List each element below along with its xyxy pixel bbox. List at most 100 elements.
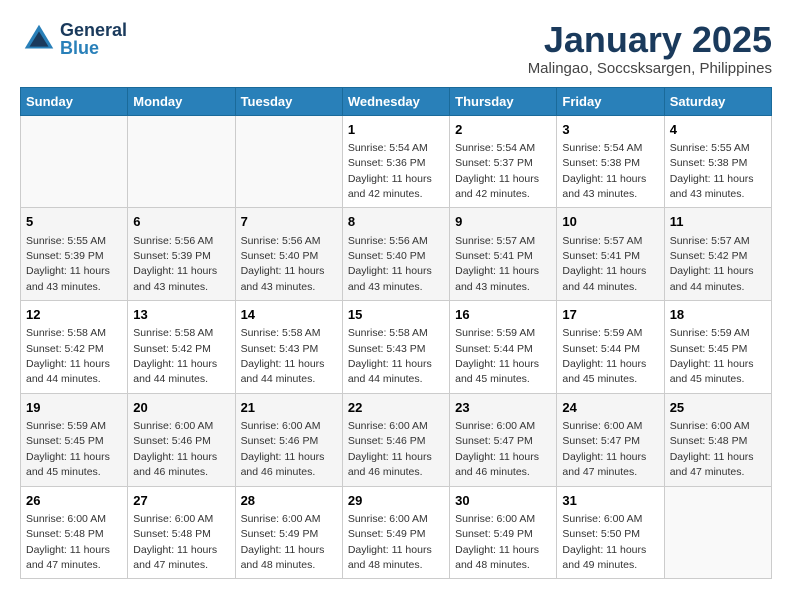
calendar-cell bbox=[21, 115, 128, 208]
logo-text: General Blue bbox=[60, 21, 127, 57]
logo: General Blue bbox=[20, 20, 127, 58]
day-info: Sunrise: 5:59 AM Sunset: 5:45 PM Dayligh… bbox=[670, 327, 754, 385]
calendar-cell: 9 Sunrise: 5:57 AM Sunset: 5:41 PM Daylig… bbox=[450, 208, 557, 301]
day-info: Sunrise: 6:00 AM Sunset: 5:46 PM Dayligh… bbox=[348, 420, 432, 478]
logo-blue: Blue bbox=[60, 39, 127, 57]
calendar-cell: 24 Sunrise: 6:00 AM Sunset: 5:47 PM Dayli… bbox=[557, 393, 664, 486]
calendar-cell: 2Sunrise: 5:54 AM Sunset: 5:37 PM Daylig… bbox=[450, 115, 557, 208]
calendar-cell: 13 Sunrise: 5:58 AM Sunset: 5:42 PM Dayli… bbox=[128, 301, 235, 394]
calendar-cell: 31Sunrise: 6:00 AM Sunset: 5:50 PM Dayli… bbox=[557, 486, 664, 579]
day-number: 4 bbox=[670, 121, 766, 139]
calendar-cell: 5Sunrise: 5:55 AM Sunset: 5:39 PM Daylig… bbox=[21, 208, 128, 301]
day-info: Sunrise: 6:00 AM Sunset: 5:48 PM Dayligh… bbox=[133, 513, 217, 571]
day-info: Sunrise: 5:54 AM Sunset: 5:38 PM Dayligh… bbox=[562, 142, 646, 200]
calendar-cell: 17Sunrise: 5:59 AM Sunset: 5:44 PM Dayli… bbox=[557, 301, 664, 394]
calendar-cell: 21 Sunrise: 6:00 AM Sunset: 5:46 PM Dayli… bbox=[235, 393, 342, 486]
day-number: 22 bbox=[348, 399, 444, 417]
day-number: 19 bbox=[26, 399, 122, 417]
header-day: Sunday bbox=[21, 87, 128, 115]
calendar-cell bbox=[235, 115, 342, 208]
calendar-cell: 23Sunrise: 6:00 AM Sunset: 5:47 PM Dayli… bbox=[450, 393, 557, 486]
calendar-week-row: 26 Sunrise: 6:00 AM Sunset: 5:48 PM Dayli… bbox=[21, 486, 772, 579]
day-number: 15 bbox=[348, 306, 444, 324]
header-row: SundayMondayTuesdayWednesdayThursdayFrid… bbox=[21, 87, 772, 115]
page-header: General Blue January 2025 Malingao, Socc… bbox=[20, 20, 772, 77]
calendar-week-row: 19 Sunrise: 5:59 AM Sunset: 5:45 PM Dayli… bbox=[21, 393, 772, 486]
calendar-cell: 22 Sunrise: 6:00 AM Sunset: 5:46 PM Dayli… bbox=[342, 393, 449, 486]
header-day: Thursday bbox=[450, 87, 557, 115]
calendar-cell: 28 Sunrise: 6:00 AM Sunset: 5:49 PM Dayli… bbox=[235, 486, 342, 579]
day-number: 23 bbox=[455, 399, 551, 417]
logo-icon bbox=[20, 20, 58, 58]
day-info: Sunrise: 5:58 AM Sunset: 5:42 PM Dayligh… bbox=[133, 327, 217, 385]
day-info: Sunrise: 6:00 AM Sunset: 5:46 PM Dayligh… bbox=[241, 420, 325, 478]
day-info: Sunrise: 5:58 AM Sunset: 5:43 PM Dayligh… bbox=[348, 327, 432, 385]
day-number: 10 bbox=[562, 213, 658, 231]
calendar-cell: 16Sunrise: 5:59 AM Sunset: 5:44 PM Dayli… bbox=[450, 301, 557, 394]
day-number: 3 bbox=[562, 121, 658, 139]
day-number: 12 bbox=[26, 306, 122, 324]
day-number: 14 bbox=[241, 306, 337, 324]
calendar-header: SundayMondayTuesdayWednesdayThursdayFrid… bbox=[21, 87, 772, 115]
day-info: Sunrise: 6:00 AM Sunset: 5:46 PM Dayligh… bbox=[133, 420, 217, 478]
day-info: Sunrise: 5:58 AM Sunset: 5:43 PM Dayligh… bbox=[241, 327, 325, 385]
day-info: Sunrise: 6:00 AM Sunset: 5:49 PM Dayligh… bbox=[241, 513, 325, 571]
header-day: Wednesday bbox=[342, 87, 449, 115]
calendar-cell: 29Sunrise: 6:00 AM Sunset: 5:49 PM Dayli… bbox=[342, 486, 449, 579]
day-number: 29 bbox=[348, 492, 444, 510]
calendar-table: SundayMondayTuesdayWednesdayThursdayFrid… bbox=[20, 87, 772, 580]
calendar-cell: 1 Sunrise: 5:54 AM Sunset: 5:36 PM Daylig… bbox=[342, 115, 449, 208]
calendar-cell: 20 Sunrise: 6:00 AM Sunset: 5:46 PM Dayli… bbox=[128, 393, 235, 486]
day-number: 26 bbox=[26, 492, 122, 510]
day-number: 28 bbox=[241, 492, 337, 510]
day-info: Sunrise: 5:57 AM Sunset: 5:42 PM Dayligh… bbox=[670, 235, 754, 293]
day-number: 8 bbox=[348, 213, 444, 231]
calendar-body: 1 Sunrise: 5:54 AM Sunset: 5:36 PM Daylig… bbox=[21, 115, 772, 579]
logo-general: General bbox=[60, 21, 127, 39]
day-info: Sunrise: 5:56 AM Sunset: 5:39 PM Dayligh… bbox=[133, 235, 217, 293]
day-info: Sunrise: 6:00 AM Sunset: 5:50 PM Dayligh… bbox=[562, 513, 646, 571]
calendar-cell: 4 Sunrise: 5:55 AM Sunset: 5:38 PM Daylig… bbox=[664, 115, 771, 208]
header-day: Monday bbox=[128, 87, 235, 115]
calendar-cell: 6Sunrise: 5:56 AM Sunset: 5:39 PM Daylig… bbox=[128, 208, 235, 301]
day-number: 24 bbox=[562, 399, 658, 417]
calendar-cell: 26Sunrise: 6:00 AM Sunset: 5:48 PM Dayli… bbox=[21, 486, 128, 579]
calendar-cell: 8 Sunrise: 5:56 AM Sunset: 5:40 PM Daylig… bbox=[342, 208, 449, 301]
calendar-title: January 2025 bbox=[528, 20, 772, 60]
day-number: 9 bbox=[455, 213, 551, 231]
day-info: Sunrise: 5:54 AM Sunset: 5:36 PM Dayligh… bbox=[348, 142, 432, 200]
day-number: 1 bbox=[348, 121, 444, 139]
calendar-week-row: 1 Sunrise: 5:54 AM Sunset: 5:36 PM Daylig… bbox=[21, 115, 772, 208]
day-number: 16 bbox=[455, 306, 551, 324]
calendar-cell: 19 Sunrise: 5:59 AM Sunset: 5:45 PM Dayli… bbox=[21, 393, 128, 486]
calendar-cell: 3 Sunrise: 5:54 AM Sunset: 5:38 PM Daylig… bbox=[557, 115, 664, 208]
calendar-cell: 14 Sunrise: 5:58 AM Sunset: 5:43 PM Dayli… bbox=[235, 301, 342, 394]
calendar-cell: 18 Sunrise: 5:59 AM Sunset: 5:45 PM Dayli… bbox=[664, 301, 771, 394]
day-info: Sunrise: 6:00 AM Sunset: 5:47 PM Dayligh… bbox=[562, 420, 646, 478]
calendar-cell: 11Sunrise: 5:57 AM Sunset: 5:42 PM Dayli… bbox=[664, 208, 771, 301]
calendar-cell bbox=[664, 486, 771, 579]
day-info: Sunrise: 5:56 AM Sunset: 5:40 PM Dayligh… bbox=[348, 235, 432, 293]
day-info: Sunrise: 5:55 AM Sunset: 5:38 PM Dayligh… bbox=[670, 142, 754, 200]
day-info: Sunrise: 5:58 AM Sunset: 5:42 PM Dayligh… bbox=[26, 327, 110, 385]
day-number: 7 bbox=[241, 213, 337, 231]
header-day: Friday bbox=[557, 87, 664, 115]
calendar-week-row: 5Sunrise: 5:55 AM Sunset: 5:39 PM Daylig… bbox=[21, 208, 772, 301]
day-number: 2 bbox=[455, 121, 551, 139]
day-number: 17 bbox=[562, 306, 658, 324]
day-number: 13 bbox=[133, 306, 229, 324]
day-info: Sunrise: 5:59 AM Sunset: 5:45 PM Dayligh… bbox=[26, 420, 110, 478]
day-number: 20 bbox=[133, 399, 229, 417]
day-info: Sunrise: 6:00 AM Sunset: 5:48 PM Dayligh… bbox=[670, 420, 754, 478]
day-info: Sunrise: 5:57 AM Sunset: 5:41 PM Dayligh… bbox=[455, 235, 539, 293]
day-number: 21 bbox=[241, 399, 337, 417]
calendar-cell: 15 Sunrise: 5:58 AM Sunset: 5:43 PM Dayli… bbox=[342, 301, 449, 394]
title-section: January 2025 Malingao, Soccsksargen, Phi… bbox=[528, 20, 772, 77]
day-number: 18 bbox=[670, 306, 766, 324]
day-info: Sunrise: 6:00 AM Sunset: 5:49 PM Dayligh… bbox=[455, 513, 539, 571]
calendar-cell: 10Sunrise: 5:57 AM Sunset: 5:41 PM Dayli… bbox=[557, 208, 664, 301]
day-info: Sunrise: 5:55 AM Sunset: 5:39 PM Dayligh… bbox=[26, 235, 110, 293]
header-day: Tuesday bbox=[235, 87, 342, 115]
calendar-cell: 30Sunrise: 6:00 AM Sunset: 5:49 PM Dayli… bbox=[450, 486, 557, 579]
calendar-cell: 27Sunrise: 6:00 AM Sunset: 5:48 PM Dayli… bbox=[128, 486, 235, 579]
